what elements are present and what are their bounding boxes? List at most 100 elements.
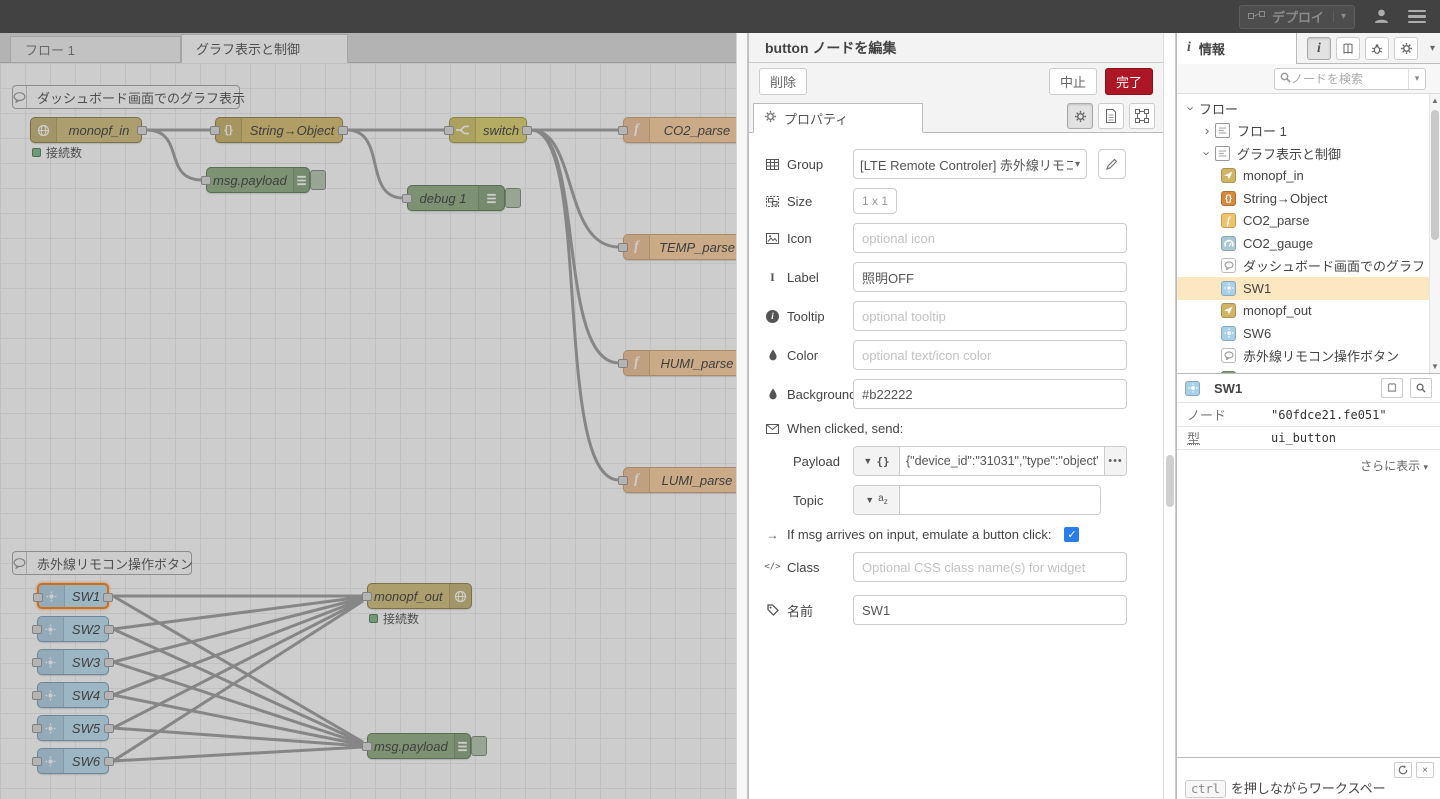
topic-typed-input: ▼az — [853, 485, 1101, 515]
prop-value-node-type: ui_button — [1271, 426, 1440, 449]
edit-group-button[interactable] — [1098, 149, 1126, 179]
dialog-title: button ノードを編集 — [749, 33, 1163, 63]
chevron-down-icon: ▼ — [863, 456, 872, 466]
payload-value-input[interactable] — [900, 447, 1104, 475]
sidebar-config-gear-button[interactable] — [1394, 37, 1418, 60]
sidebar-search-bar: ▾ — [1177, 64, 1440, 94]
label-input[interactable] — [853, 262, 1127, 292]
table-row: ノード "60fdce21.fe051" — [1177, 403, 1440, 426]
deploy-button[interactable]: デプロイ ▾ — [1239, 5, 1355, 29]
tree-item[interactable]: monopf_in — [1177, 165, 1440, 188]
when-clicked-heading: When clicked, send: — [765, 421, 1147, 436]
payload-type-button[interactable]: ▼{} — [854, 447, 900, 475]
expand-chevron[interactable]: › — [1200, 145, 1215, 161]
debug-node-icon — [1221, 371, 1236, 374]
tooltip-input[interactable] — [853, 301, 1127, 331]
tree-scrollbar[interactable]: ▲ ▼ — [1429, 94, 1440, 373]
tree-item[interactable]: monopf_out — [1177, 300, 1440, 323]
cancel-button[interactable]: 中止 — [1049, 68, 1097, 95]
deploy-options-chevron[interactable]: ▾ — [1333, 11, 1346, 22]
sidebar-debug-bug-button[interactable] — [1365, 37, 1389, 60]
tree-item[interactable]: ›フロー — [1177, 97, 1440, 120]
tree-item[interactable]: msg.payload — [1177, 367, 1440, 373]
json-node-icon: {} — [1221, 191, 1236, 206]
node-description-button[interactable] — [1098, 103, 1124, 129]
tree-item[interactable]: ›グラフ表示と制御 — [1177, 142, 1440, 165]
tree-item[interactable]: {}String→Object — [1177, 187, 1440, 210]
class-input[interactable] — [853, 552, 1127, 582]
node-settings-button[interactable] — [1067, 103, 1093, 129]
prop-key: 型 — [1177, 426, 1271, 449]
main-menu-icon[interactable] — [1408, 10, 1426, 24]
tint-drop-icon — [765, 349, 780, 361]
scrollbar-thumb[interactable] — [1166, 455, 1174, 507]
chevron-down-icon: ▾ — [1423, 462, 1428, 472]
group-select[interactable]: [LTE Remote Controler] 赤外線リモコン▾ — [853, 149, 1087, 179]
deploy-icon — [1248, 9, 1265, 25]
canvas-scrollbar[interactable] — [736, 33, 748, 799]
scroll-up-arrow[interactable]: ▲ — [1430, 96, 1440, 105]
subflow-icon — [1215, 146, 1230, 161]
tips-panel: × ctrlを押しながらワークスペー — [1177, 757, 1440, 799]
topic-type-button[interactable]: ▼az — [854, 486, 900, 514]
ctrl-key-label: ctrl — [1185, 780, 1226, 798]
tab-info[interactable]: i情報 — [1177, 33, 1297, 64]
tree-item[interactable]: ›フロー 1 — [1177, 120, 1440, 143]
comment-node-icon — [1221, 348, 1236, 363]
done-button[interactable]: 完了 — [1105, 68, 1153, 95]
comment-node-icon — [1221, 258, 1236, 273]
scrollbar-thumb[interactable] — [1431, 110, 1439, 240]
search-input[interactable] — [1291, 72, 1408, 86]
sidebar-help-button[interactable] — [1336, 37, 1360, 60]
show-more-link[interactable]: さらに表示 ▾ — [1177, 450, 1440, 481]
image-icon — [765, 233, 780, 244]
expand-chevron[interactable]: › — [1199, 123, 1215, 138]
expand-chevron[interactable]: › — [1184, 100, 1199, 116]
tree-item[interactable]: CO2_gauge — [1177, 232, 1440, 255]
tab-properties[interactable]: プロパティ — [753, 103, 923, 133]
dialog-tab-bar: プロパティ — [749, 99, 1163, 133]
find-node-button[interactable] — [1410, 378, 1432, 398]
close-tips-button[interactable]: × — [1416, 762, 1434, 778]
search-filter-chevron[interactable]: ▾ — [1408, 69, 1425, 89]
open-help-button[interactable] — [1381, 378, 1403, 398]
node-search: ▾ — [1274, 68, 1426, 90]
detail-node-name: SW1 — [1214, 381, 1374, 396]
expand-payload-button[interactable]: ••• — [1104, 447, 1126, 475]
tree-item[interactable]: 赤外線リモコン操作ボタン — [1177, 345, 1440, 368]
tree-item[interactable]: SW1 — [1177, 277, 1440, 300]
topic-value-input[interactable] — [900, 486, 1100, 514]
delete-button[interactable]: 削除 — [759, 68, 807, 95]
node-appearance-button[interactable] — [1129, 103, 1155, 129]
next-tip-button[interactable] — [1394, 762, 1412, 778]
size-button[interactable]: 1 x 1 — [853, 188, 897, 214]
background-input[interactable] — [853, 379, 1127, 409]
emulate-click-row: → If msg arrives on input, emulate a but… — [765, 527, 1147, 542]
monopf-node-icon — [1221, 303, 1236, 318]
button-node-icon — [1221, 326, 1236, 341]
info-i-icon: i — [1187, 40, 1191, 56]
tooltip-field-label: iTooltip — [765, 309, 853, 324]
color-input[interactable] — [853, 340, 1127, 370]
prop-value-node-id: "60fdce21.fe051" — [1271, 403, 1440, 426]
workspace: フロー 1 グラフ表示と制御 — [0, 33, 736, 799]
flow-tree: ›フロー›フロー 1›グラフ表示と制御monopf_in{}String→Obj… — [1177, 94, 1440, 373]
user-icon[interactable] — [1373, 8, 1390, 25]
payload-typed-input: ▼{} ••• — [853, 446, 1127, 476]
sidebar-info-button[interactable]: i — [1307, 37, 1331, 60]
emulate-click-checkbox[interactable]: ✓ — [1064, 527, 1079, 542]
scroll-down-arrow[interactable]: ▼ — [1430, 362, 1440, 371]
sidebar-menu-chevron[interactable]: ▾ — [1430, 43, 1435, 54]
name-input[interactable] — [853, 595, 1127, 625]
background-field-label: Background — [765, 387, 853, 402]
payload-field-label: Payload — [793, 454, 853, 469]
search-icon — [1280, 71, 1291, 86]
tree-item[interactable]: ダッシュボード画面でのグラフ — [1177, 255, 1440, 278]
chevron-down-icon: ▼ — [865, 495, 874, 505]
node-properties-table: ノード "60fdce21.fe051" 型 ui_button — [1177, 403, 1440, 450]
dialog-scrollbar[interactable] — [1163, 33, 1176, 799]
tree-item[interactable]: SW6 — [1177, 322, 1440, 345]
icon-input[interactable] — [853, 223, 1127, 253]
modal-shade — [0, 33, 736, 799]
tree-item[interactable]: fCO2_parse — [1177, 210, 1440, 233]
